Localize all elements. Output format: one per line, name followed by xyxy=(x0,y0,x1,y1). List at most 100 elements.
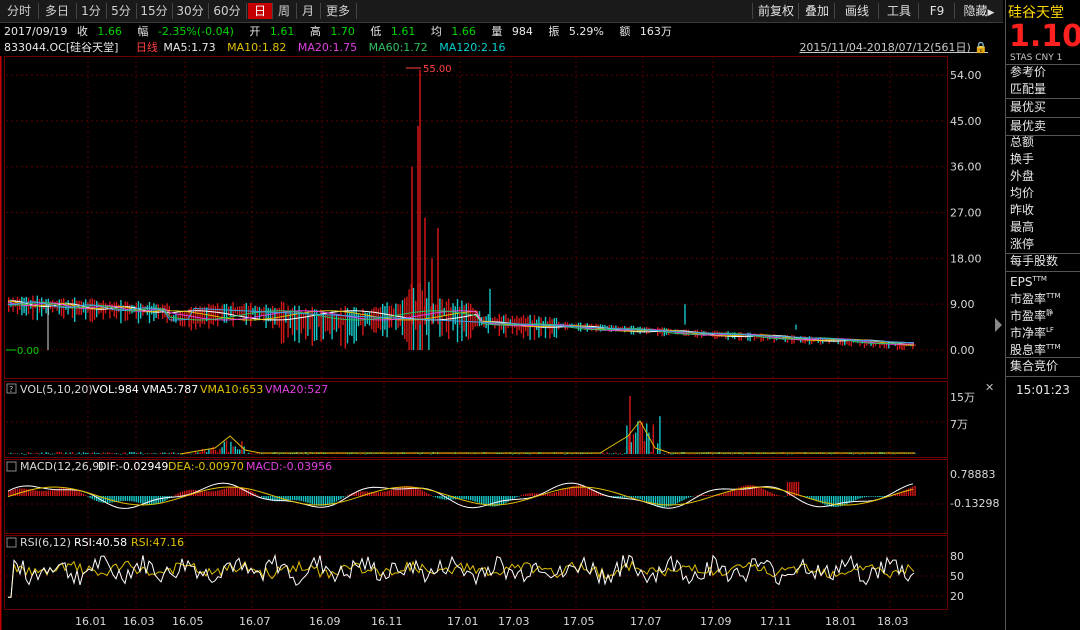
macd-bar xyxy=(118,496,120,502)
volume-bar xyxy=(228,451,230,454)
macd-panel-menu-icon[interactable] xyxy=(6,461,17,472)
macd-bar xyxy=(401,486,404,496)
candle xyxy=(280,301,283,344)
volume-bar xyxy=(333,453,335,455)
macd-bar xyxy=(727,492,729,496)
volume-bar xyxy=(760,453,762,455)
high-value: 1.70 xyxy=(330,25,355,38)
dif-label: DIF:-0.02949 xyxy=(98,460,168,473)
tab-daily[interactable]: 日 xyxy=(248,3,273,19)
avg-price-label: 均价 xyxy=(1010,186,1035,200)
macd-bar xyxy=(762,488,764,496)
macd-bar xyxy=(379,492,382,496)
avg-label: 均 xyxy=(430,25,442,38)
volume-bars xyxy=(8,396,916,455)
macd-bar xyxy=(243,487,245,496)
macd-bar xyxy=(133,496,135,502)
volume-bar xyxy=(892,453,894,455)
dea-label: DEA:-0.00970 xyxy=(168,460,244,473)
tab-multi-day[interactable]: 多日 xyxy=(38,3,77,19)
hide-button[interactable]: 隐藏▶ xyxy=(954,3,1003,19)
volume-bar xyxy=(663,453,665,455)
price-tick-label: 36.00 xyxy=(950,161,982,174)
volume-bar xyxy=(254,453,256,455)
tab-1min[interactable]: 1分 xyxy=(76,3,107,19)
candle xyxy=(195,306,197,330)
highest-label: 最高 xyxy=(1010,220,1035,234)
volume-bar xyxy=(643,441,646,454)
tab-fenshi[interactable]: 分时 xyxy=(0,3,39,19)
volume-bar xyxy=(140,452,142,454)
volume-bar xyxy=(617,453,619,455)
volume-bar xyxy=(19,453,21,455)
volume-bar xyxy=(756,453,758,455)
candle xyxy=(137,301,140,324)
macd-bar xyxy=(203,491,206,496)
kline-chart[interactable]: 54.0045.0036.0027.0018.009.000.00 55.00 … xyxy=(0,56,1003,630)
draw-line-button[interactable]: 画线 xyxy=(834,3,879,19)
macd-bar xyxy=(472,496,474,501)
quote-date: 2017/09/19 xyxy=(4,25,68,38)
volume-bar xyxy=(890,453,892,455)
tab-5min[interactable]: 5分 xyxy=(106,3,137,19)
tab-60min[interactable]: 60分 xyxy=(208,3,247,19)
expand-panel-icon[interactable] xyxy=(995,318,1002,332)
macd-bar xyxy=(335,496,338,502)
macd-bar xyxy=(190,489,192,496)
tools-button[interactable]: 工具 xyxy=(878,3,919,19)
tab-monthly[interactable]: 月 xyxy=(296,3,321,19)
macd-bar xyxy=(555,491,558,496)
macd-bar xyxy=(388,490,390,496)
macd-bar xyxy=(912,486,914,496)
macd-bar xyxy=(533,493,536,496)
macd-bar xyxy=(173,495,175,497)
macd-bar xyxy=(344,496,346,497)
volume-bar xyxy=(49,453,52,455)
volume-bar xyxy=(23,453,25,455)
candle xyxy=(118,304,120,313)
macd-bar xyxy=(872,496,874,497)
macd-bar xyxy=(511,496,514,500)
adjust-button[interactable]: 前复权 xyxy=(752,3,799,19)
volume-bar xyxy=(863,453,866,455)
candle xyxy=(342,316,344,326)
amp-value: 5.29% xyxy=(568,25,604,38)
macd-bar xyxy=(769,492,771,496)
volume-bar xyxy=(705,453,707,455)
macd-bar xyxy=(421,490,423,496)
macd-panel-title: MACD(12,26,9) xyxy=(20,460,104,473)
macd-bar xyxy=(236,486,239,496)
macd-bar xyxy=(529,493,531,496)
tab-15min[interactable]: 15分 xyxy=(136,3,173,19)
macd-bar xyxy=(162,496,164,503)
candle xyxy=(439,298,441,337)
tab-more[interactable]: 更多 xyxy=(320,3,357,19)
volume-bar xyxy=(170,452,173,454)
tab-weekly[interactable]: 周 xyxy=(272,3,297,19)
volume-bar xyxy=(278,453,280,455)
macd-bar xyxy=(745,485,747,496)
candle xyxy=(470,303,472,339)
macd-bar xyxy=(111,496,113,503)
macd-bar xyxy=(731,490,734,496)
volume-bar xyxy=(894,453,896,455)
tab-30min[interactable]: 30分 xyxy=(172,3,209,19)
volume-bar xyxy=(661,453,663,455)
macd-bar xyxy=(527,493,529,496)
macd-bar xyxy=(514,496,516,499)
date-tick-label: 16.09 xyxy=(309,615,341,628)
candle xyxy=(366,312,368,324)
f9-button[interactable]: F9 xyxy=(918,3,955,19)
macd-bar xyxy=(63,487,65,496)
macd-bar xyxy=(338,496,340,501)
date-range-link[interactable]: 2015/11/04-2018/07/12(561日) 🔒 xyxy=(799,40,988,56)
close-icon[interactable]: ✕ xyxy=(985,381,994,394)
volume-bar xyxy=(549,453,551,455)
candle xyxy=(232,301,234,327)
candle xyxy=(503,315,505,334)
candle xyxy=(914,344,916,347)
macd-bar xyxy=(291,496,294,501)
overlay-button[interactable]: 叠加 xyxy=(798,3,835,19)
volume-bar xyxy=(142,453,144,455)
rsi-panel-menu-icon[interactable] xyxy=(6,537,17,548)
